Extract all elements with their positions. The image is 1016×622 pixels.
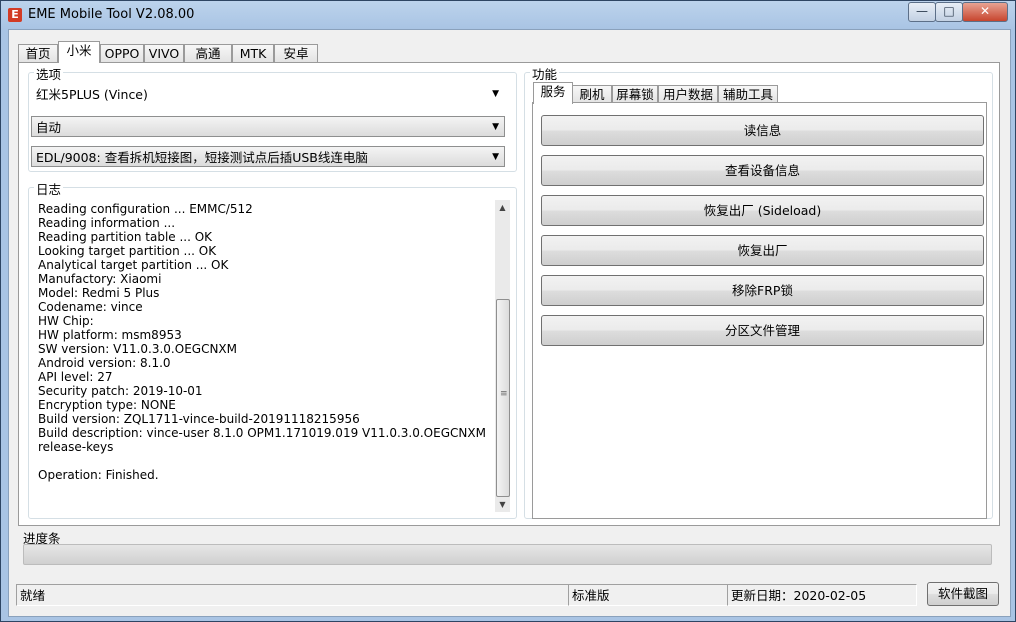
log-line: HW platform: msm8953 — [38, 328, 182, 342]
title-bar[interactable]: E EME Mobile Tool V2.08.00 — □ ✕ — [1, 1, 1015, 29]
options-group: 选项 红米5PLUS (Vince) ▼ 自动 ▼ EDL/9008: 查看拆机… — [28, 64, 517, 172]
subtab-screen-lock[interactable]: 屏幕锁 — [612, 85, 658, 103]
update-date-text: 更新日期：2020-02-05 — [727, 584, 917, 606]
tab-xiaomi[interactable]: 小米 — [58, 41, 100, 63]
app-window: E EME Mobile Tool V2.08.00 — □ ✕ 首页 小米 O… — [0, 0, 1016, 622]
model-select-value: 红米5PLUS (Vince) — [36, 87, 148, 102]
log-line: API level: 27 — [38, 370, 113, 384]
close-button[interactable]: ✕ — [962, 2, 1008, 22]
log-line: HW Chip: — [38, 314, 94, 328]
progress-group: 进度条 — [16, 528, 997, 570]
log-scrollbar[interactable]: ▲ ≡ ▼ — [495, 200, 510, 512]
subtab-user-data[interactable]: 用户数据 — [658, 85, 718, 103]
tab-oppo[interactable]: OPPO — [100, 44, 144, 62]
progress-bar — [23, 544, 992, 565]
log-textarea[interactable]: Reading configuration ... EMMC/512 Readin… — [38, 202, 494, 510]
log-line: Analytical target partition ... OK — [38, 258, 229, 272]
log-line: Codename: vince — [38, 300, 143, 314]
method-select-value: EDL/9008: 查看拆机短接图，短接测试点后插USB线连电脑 — [36, 150, 368, 165]
log-line: Reading information ... — [38, 216, 176, 230]
log-line: Manufactory: Xiaomi — [38, 272, 162, 286]
log-line: release-keys — [38, 440, 114, 454]
window-title: EME Mobile Tool V2.08.00 — [28, 7, 195, 22]
subtab-flash[interactable]: 刷机 — [572, 85, 612, 103]
screenshot-button[interactable]: 软件截图 — [927, 582, 999, 606]
xiaomi-tab-panel: 选项 红米5PLUS (Vince) ▼ 自动 ▼ EDL/9008: 查看拆机… — [18, 62, 1000, 526]
log-label: 日志 — [34, 179, 64, 198]
scrollbar-thumb[interactable]: ≡ — [496, 299, 510, 497]
log-line: Looking target partition ... OK — [38, 244, 217, 258]
minimize-button[interactable]: — — [908, 2, 936, 22]
factory-reset-sideload-button[interactable]: 恢复出厂 (Sideload) — [541, 195, 984, 226]
log-line: Operation: Finished. — [38, 468, 159, 482]
edition-text: 标准版 — [568, 584, 728, 606]
functions-group: 功能 服务 刷机 屏幕锁 用户数据 辅助工具 读信息 查看设备信息 恢复出厂 (… — [524, 64, 993, 519]
device-info-button[interactable]: 查看设备信息 — [541, 155, 984, 186]
scroll-up-icon[interactable]: ▲ — [495, 200, 510, 215]
log-line: Build version: ZQL1711-vince-build-20191… — [38, 412, 360, 426]
service-panel: 读信息 查看设备信息 恢复出厂 (Sideload) 恢复出厂 移除FRP锁 分… — [532, 102, 987, 519]
log-line: Reading configuration ... EMMC/512 — [38, 202, 253, 216]
chevron-down-icon: ▼ — [492, 89, 499, 99]
status-text: 就绪 — [16, 584, 569, 606]
app-logo-icon: E — [8, 8, 22, 22]
log-line: SW version: V11.0.3.0.OEGCNXM — [38, 342, 238, 356]
log-line: Encryption type: NONE — [38, 398, 176, 412]
scroll-down-icon[interactable]: ▼ — [495, 497, 510, 512]
read-info-button[interactable]: 读信息 — [541, 115, 984, 146]
model-select[interactable]: 红米5PLUS (Vince) ▼ — [31, 83, 505, 104]
mode-select-value: 自动 — [36, 120, 62, 135]
remove-frp-button[interactable]: 移除FRP锁 — [541, 275, 984, 306]
tab-android[interactable]: 安卓 — [274, 44, 318, 62]
functions-label: 功能 — [530, 64, 560, 83]
grip-icon: ≡ — [500, 389, 508, 399]
log-line: Build description: vince-user 8.1.0 OPM1… — [38, 426, 486, 440]
client-area: 首页 小米 OPPO VIVO 高通 MTK 安卓 选项 红米5PLUS (Vi… — [8, 29, 1011, 617]
log-line: Android version: 8.1.0 — [38, 356, 171, 370]
chevron-down-icon: ▼ — [492, 122, 499, 132]
method-select[interactable]: EDL/9008: 查看拆机短接图，短接测试点后插USB线连电脑 ▼ — [31, 146, 505, 167]
tab-mtk[interactable]: MTK — [232, 44, 274, 62]
tab-vivo[interactable]: VIVO — [144, 44, 184, 62]
tab-qualcomm[interactable]: 高通 — [184, 44, 232, 62]
partition-manager-button[interactable]: 分区文件管理 — [541, 315, 984, 346]
factory-reset-button[interactable]: 恢复出厂 — [541, 235, 984, 266]
subtab-service[interactable]: 服务 — [533, 82, 573, 104]
log-group: 日志 Reading configuration ... EMMC/512 Rea… — [28, 179, 517, 519]
log-line: Reading partition table ... OK — [38, 230, 213, 244]
options-label: 选项 — [34, 64, 64, 83]
tab-home[interactable]: 首页 — [18, 44, 58, 62]
mode-select[interactable]: 自动 ▼ — [31, 116, 505, 137]
log-line: Model: Redmi 5 Plus — [38, 286, 160, 300]
chevron-down-icon: ▼ — [492, 152, 499, 162]
log-line: Security patch: 2019-10-01 — [38, 384, 203, 398]
maximize-button[interactable]: □ — [935, 2, 963, 22]
subtab-tools[interactable]: 辅助工具 — [718, 85, 778, 103]
